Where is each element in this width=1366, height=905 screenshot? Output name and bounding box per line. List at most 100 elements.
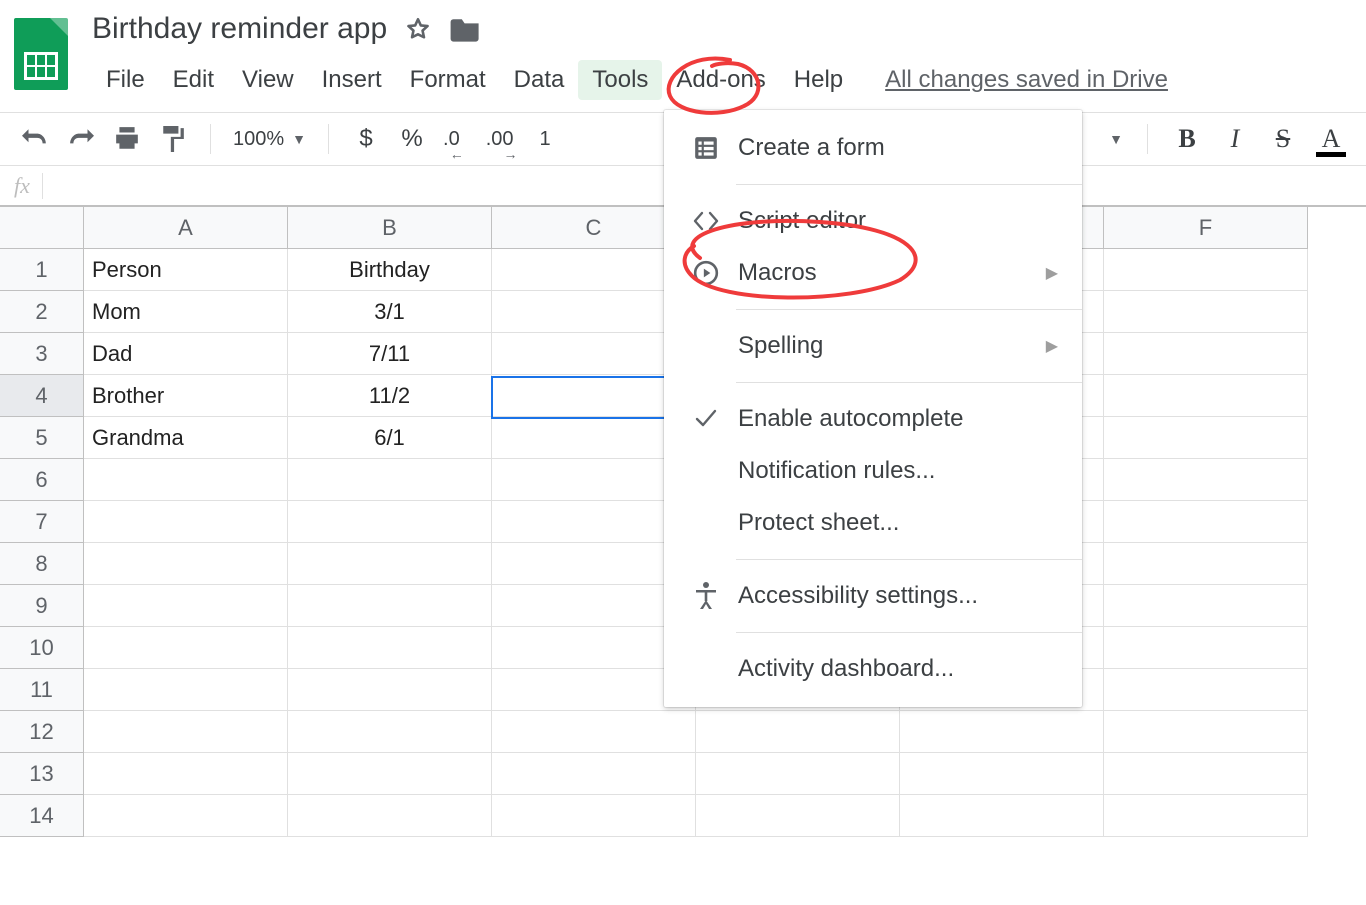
row-header[interactable]: 12 xyxy=(0,711,84,753)
cell[interactable] xyxy=(84,585,288,627)
row-header[interactable]: 3 xyxy=(0,333,84,375)
cell[interactable] xyxy=(1104,501,1308,543)
cell[interactable]: Dad xyxy=(84,333,288,375)
bold-button[interactable]: B xyxy=(1172,124,1202,154)
cell[interactable] xyxy=(84,459,288,501)
cell[interactable] xyxy=(1104,585,1308,627)
menu-insert[interactable]: Insert xyxy=(308,60,396,100)
menu-tools[interactable]: Tools xyxy=(578,60,662,100)
cell[interactable]: Birthday xyxy=(288,249,492,291)
cell[interactable] xyxy=(696,711,900,753)
menu-data[interactable]: Data xyxy=(500,60,579,100)
paint-format-icon[interactable] xyxy=(158,124,188,154)
format-percent[interactable]: % xyxy=(397,124,427,154)
chevron-down-icon[interactable]: ▼ xyxy=(1109,131,1123,147)
tools-menu-item-protect-sheet[interactable]: Protect sheet... xyxy=(664,497,1082,549)
cell[interactable] xyxy=(1104,795,1308,837)
cell[interactable] xyxy=(492,753,696,795)
row-header[interactable]: 7 xyxy=(0,501,84,543)
cell[interactable] xyxy=(84,543,288,585)
cell[interactable] xyxy=(1104,417,1308,459)
cell[interactable] xyxy=(288,795,492,837)
menu-format[interactable]: Format xyxy=(396,60,500,100)
row-header[interactable]: 13 xyxy=(0,753,84,795)
cell[interactable]: Brother xyxy=(84,375,288,417)
cell[interactable] xyxy=(900,795,1104,837)
cell[interactable] xyxy=(84,627,288,669)
tools-menu-item-script-editor[interactable]: Script editor xyxy=(664,195,1082,247)
column-header[interactable]: F xyxy=(1104,207,1308,249)
row-header[interactable]: 1 xyxy=(0,249,84,291)
row-header[interactable]: 2 xyxy=(0,291,84,333)
cell[interactable]: 7/11 xyxy=(288,333,492,375)
cell[interactable] xyxy=(696,795,900,837)
cell[interactable] xyxy=(1104,375,1308,417)
decrease-decimal[interactable]: .0 ← xyxy=(443,124,460,154)
menu-help[interactable]: Help xyxy=(780,60,857,100)
save-status[interactable]: All changes saved in Drive xyxy=(885,66,1168,94)
cell[interactable] xyxy=(288,669,492,711)
tools-menu-item-activity-dashboard[interactable]: Activity dashboard... xyxy=(664,643,1082,695)
menu-add-ons[interactable]: Add-ons xyxy=(662,60,779,100)
format-currency[interactable]: $ xyxy=(351,124,381,154)
cell[interactable]: 3/1 xyxy=(288,291,492,333)
tools-menu-item-enable-autocomplete[interactable]: Enable autocomplete xyxy=(664,393,1082,445)
cell[interactable] xyxy=(492,795,696,837)
select-all-corner[interactable] xyxy=(0,207,84,249)
print-icon[interactable] xyxy=(112,124,142,154)
cell[interactable] xyxy=(288,753,492,795)
menu-edit[interactable]: Edit xyxy=(159,60,228,100)
cell[interactable]: Person xyxy=(84,249,288,291)
tools-menu-item-accessibility-settings[interactable]: Accessibility settings... xyxy=(664,570,1082,622)
cell[interactable]: Mom xyxy=(84,291,288,333)
row-header[interactable]: 6 xyxy=(0,459,84,501)
cell[interactable] xyxy=(1104,669,1308,711)
cell[interactable] xyxy=(900,711,1104,753)
cell[interactable] xyxy=(1104,249,1308,291)
column-header[interactable]: B xyxy=(288,207,492,249)
cell[interactable] xyxy=(84,753,288,795)
menu-file[interactable]: File xyxy=(92,60,159,100)
row-header[interactable]: 8 xyxy=(0,543,84,585)
tools-menu-item-notification-rules[interactable]: Notification rules... xyxy=(664,445,1082,497)
folder-icon[interactable] xyxy=(449,15,483,43)
strikethrough-button[interactable]: S xyxy=(1268,124,1298,154)
cell[interactable] xyxy=(1104,711,1308,753)
star-icon[interactable] xyxy=(405,16,431,42)
cell[interactable] xyxy=(84,795,288,837)
row-header[interactable]: 14 xyxy=(0,795,84,837)
row-header[interactable]: 11 xyxy=(0,669,84,711)
italic-button[interactable]: I xyxy=(1220,124,1250,154)
zoom-select[interactable]: 100% ▼ xyxy=(233,128,306,151)
cell[interactable] xyxy=(288,459,492,501)
cell[interactable] xyxy=(1104,291,1308,333)
column-header[interactable]: A xyxy=(84,207,288,249)
sheets-logo[interactable] xyxy=(14,18,68,90)
cell[interactable] xyxy=(288,501,492,543)
cell[interactable] xyxy=(1104,753,1308,795)
row-header[interactable]: 4 xyxy=(0,375,84,417)
cell[interactable] xyxy=(1104,543,1308,585)
row-header[interactable]: 5 xyxy=(0,417,84,459)
cell[interactable] xyxy=(1104,627,1308,669)
cell[interactable]: 11/2 xyxy=(288,375,492,417)
cell[interactable]: Grandma xyxy=(84,417,288,459)
text-color-button[interactable]: A xyxy=(1316,124,1346,154)
cell[interactable] xyxy=(288,627,492,669)
row-header[interactable]: 10 xyxy=(0,627,84,669)
cell[interactable] xyxy=(1104,333,1308,375)
cell[interactable] xyxy=(696,753,900,795)
tools-menu-item-spelling[interactable]: Spelling▶ xyxy=(664,320,1082,372)
row-header[interactable]: 9 xyxy=(0,585,84,627)
cell[interactable]: 6/1 xyxy=(288,417,492,459)
menu-view[interactable]: View xyxy=(228,60,308,100)
cell[interactable] xyxy=(900,753,1104,795)
redo-icon[interactable] xyxy=(66,124,96,154)
cell[interactable] xyxy=(492,711,696,753)
cell[interactable] xyxy=(288,543,492,585)
tools-menu-item-create-a-form[interactable]: Create a form xyxy=(664,122,1082,174)
increase-decimal[interactable]: .00 → xyxy=(486,124,514,154)
cell[interactable] xyxy=(288,711,492,753)
cell[interactable] xyxy=(84,669,288,711)
document-title[interactable]: Birthday reminder app xyxy=(92,12,387,46)
